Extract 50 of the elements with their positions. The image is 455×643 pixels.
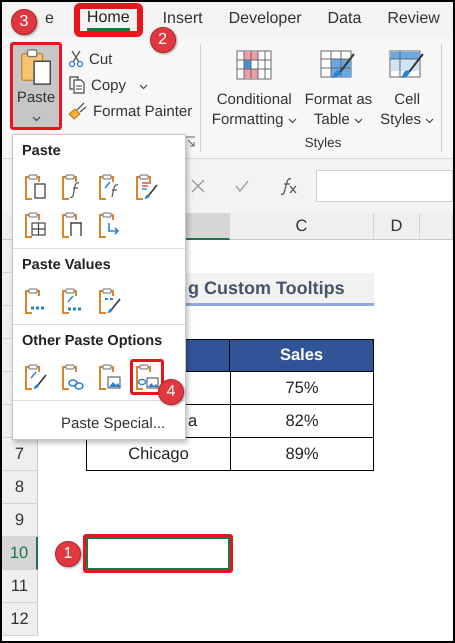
ribbon-tab[interactable]: Review <box>384 8 443 32</box>
table-cell: 75% <box>230 372 374 405</box>
row-header[interactable]: 9 <box>2 504 38 537</box>
table-cell: 89% <box>230 438 374 471</box>
step-badge: 2 <box>150 27 176 53</box>
ribbon-tab[interactable]: Data <box>324 8 364 32</box>
section-heading: Other Paste Options <box>22 333 164 349</box>
formula-input[interactable] <box>316 170 453 202</box>
table-brush-icon <box>320 50 356 80</box>
cancel-icon[interactable] <box>190 178 206 194</box>
caret-icon <box>32 116 40 122</box>
caret-icon <box>139 84 148 90</box>
cell-brush-icon <box>389 50 426 80</box>
row-header[interactable]: 12 <box>2 603 38 636</box>
column-header[interactable] <box>186 213 230 240</box>
table-cell: 82% <box>230 405 374 438</box>
section-heading: Paste <box>22 143 62 159</box>
conditional-formatting-icon <box>236 50 272 80</box>
table-header: Sales <box>230 339 374 372</box>
paste-button[interactable]: Paste <box>10 42 62 130</box>
active-cell[interactable] <box>83 534 233 573</box>
cell-styles-button[interactable]: Cell Styles <box>376 50 438 134</box>
group-label: Styles <box>304 134 342 152</box>
format-as-table-button[interactable]: Format as Table <box>300 50 376 134</box>
caret-icon <box>425 118 434 124</box>
cut-button[interactable]: Cut <box>68 50 192 68</box>
table-header <box>186 339 230 372</box>
row-header[interactable]: 11 <box>2 570 38 603</box>
brush-icon <box>68 102 88 120</box>
format-painter-button[interactable]: Format Painter <box>68 102 192 120</box>
scissors-icon <box>68 50 84 68</box>
row-header[interactable]: 10 <box>2 537 38 570</box>
row-header[interactable]: 7 <box>2 438 38 471</box>
caret-icon <box>288 118 297 124</box>
ribbon-tab[interactable]: e <box>42 8 57 32</box>
column-header[interactable]: C <box>230 213 374 240</box>
section-heading: Paste Values <box>22 257 112 273</box>
sheet-title: g Custom Tooltips <box>186 273 374 306</box>
step-badge: 4 <box>158 379 184 405</box>
copy-icon <box>68 76 86 94</box>
copy-button[interactable]: Copy <box>68 76 192 94</box>
ribbon-tab[interactable]: Home <box>76 6 140 34</box>
caret-icon <box>354 118 363 124</box>
step-badge: 1 <box>55 540 81 566</box>
function-icon[interactable] <box>280 177 298 195</box>
conditional-formatting-button[interactable]: Conditional Formatting <box>208 50 301 134</box>
row-header[interactable]: 8 <box>2 471 38 504</box>
column-header[interactable]: D <box>374 213 420 240</box>
ribbon-tab[interactable]: Developer <box>226 8 305 32</box>
check-icon[interactable] <box>234 179 250 193</box>
